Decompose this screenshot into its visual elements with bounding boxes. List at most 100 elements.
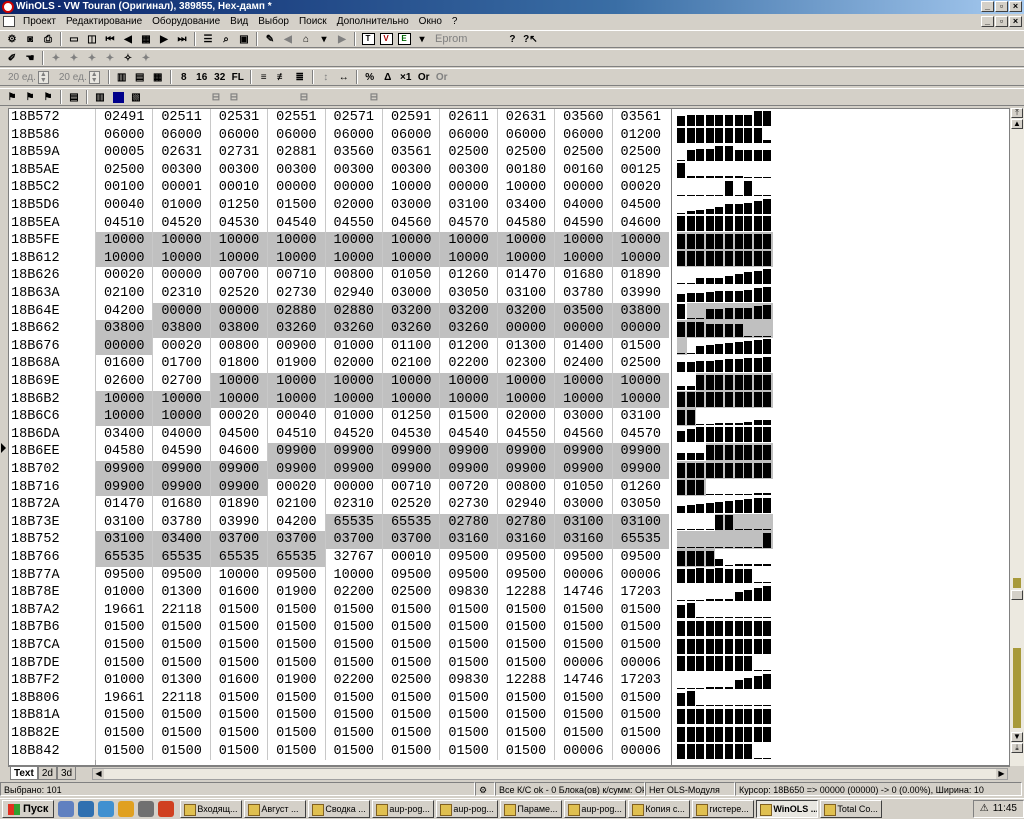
expand-arrow-icon[interactable] xyxy=(1,443,6,453)
quicklaunch-icon[interactable] xyxy=(118,801,135,817)
hex-cell[interactable]: 03160 xyxy=(554,531,612,549)
hex-cell[interactable]: 02780 xyxy=(439,513,497,532)
scroll-bottom-icon[interactable]: ⤓ xyxy=(1011,743,1023,753)
tray-icon[interactable]: ⚠ xyxy=(980,801,989,817)
hex-cell[interactable]: 00300 xyxy=(152,161,209,180)
hex-cell[interactable]: 02591 xyxy=(382,109,439,127)
menu-extras[interactable]: Дополнительно xyxy=(332,14,414,30)
hex-cell[interactable]: 01500 xyxy=(439,689,496,708)
hex-cell[interactable]: 04000 xyxy=(152,425,209,444)
hex-cell[interactable]: 10000 xyxy=(382,390,440,409)
tool-c-icon[interactable]: ✦ xyxy=(84,51,100,66)
forward-icon[interactable]: ▶ xyxy=(334,32,350,47)
hex-cell[interactable]: 00000 xyxy=(324,478,382,497)
menu-edit[interactable]: Редактирование xyxy=(61,14,147,30)
hex-cell[interactable]: 00000 xyxy=(267,179,324,197)
hex-cell[interactable]: 01200 xyxy=(439,337,496,356)
hex-cell[interactable]: 09830 xyxy=(439,584,496,602)
hex-cell[interactable]: 03160 xyxy=(439,531,497,549)
hex-cell[interactable]: 01500 xyxy=(496,601,554,620)
hex-cell[interactable]: 02500 xyxy=(382,584,439,602)
hex-cell[interactable]: 10000 xyxy=(611,390,669,409)
hex-cell[interactable]: 04590 xyxy=(152,443,209,461)
hex-cell[interactable]: 01500 xyxy=(209,637,267,655)
hex-cell[interactable]: 03100 xyxy=(611,408,669,426)
hex-cell[interactable]: 10000 xyxy=(554,232,612,250)
hex-cell[interactable]: 03780 xyxy=(152,513,209,532)
hex-cell[interactable]: 01500 xyxy=(611,337,669,356)
hex-cell[interactable]: 09500 xyxy=(496,566,554,585)
hex-cell[interactable]: 09500 xyxy=(611,549,669,567)
hex-cell[interactable]: 01500 xyxy=(439,707,496,725)
hex-cell[interactable]: 65535 xyxy=(209,549,268,567)
tool-b-icon[interactable]: ✦ xyxy=(66,51,82,66)
hex-cell[interactable]: 04590 xyxy=(554,214,611,233)
hex-cell[interactable]: 04600 xyxy=(611,214,669,233)
hex-cell[interactable]: 01500 xyxy=(439,601,496,620)
hex-cell[interactable]: 09900 xyxy=(209,461,268,479)
original-icon[interactable]: Or xyxy=(416,70,432,85)
menu-selection[interactable]: Выбор xyxy=(253,14,294,30)
hex-cell[interactable]: 02631 xyxy=(152,144,209,162)
hex-cell[interactable]: 01500 xyxy=(554,689,611,708)
hex-cell[interactable]: 04570 xyxy=(439,214,496,233)
hex-cell[interactable]: 00020 xyxy=(152,337,209,356)
hex-cell[interactable]: 06000 xyxy=(382,126,439,145)
hex-cell[interactable]: 03560 xyxy=(554,109,611,127)
hex-cell[interactable]: 01900 xyxy=(267,584,324,602)
hex-cell[interactable]: 00020 xyxy=(95,267,152,285)
mdi-restore-button[interactable]: ▫ xyxy=(995,16,1008,27)
hex-cell[interactable]: 01500 xyxy=(496,689,554,708)
hex-cell[interactable]: 01500 xyxy=(267,725,324,743)
hex-cell[interactable]: 04570 xyxy=(611,425,669,444)
hex-cell[interactable]: 01500 xyxy=(152,619,209,637)
hex-cell[interactable]: 12288 xyxy=(496,584,554,602)
taskbar-button[interactable]: aup-pog... xyxy=(372,800,435,818)
hex-cell[interactable]: 01500 xyxy=(611,637,669,655)
hex-cell[interactable]: 03990 xyxy=(209,513,267,532)
hex-cell[interactable]: 01680 xyxy=(554,267,611,285)
hex-cell[interactable]: 04530 xyxy=(209,214,267,233)
map-tool-a-icon[interactable]: ⚑ xyxy=(4,90,20,105)
hex-cell[interactable]: 00006 xyxy=(554,566,611,585)
hex-cell[interactable]: 09900 xyxy=(267,461,325,479)
hex-cell[interactable]: 01500 xyxy=(382,742,439,761)
hex-cell[interactable]: 00300 xyxy=(439,161,496,180)
hex-cell[interactable]: 00720 xyxy=(439,478,496,497)
hex-cell[interactable]: 17203 xyxy=(611,584,669,602)
hex-cell[interactable]: 10000 xyxy=(554,373,612,391)
hex-cell[interactable]: 01500 xyxy=(554,637,611,655)
hex-cell[interactable]: 10000 xyxy=(496,179,554,197)
hex-cell[interactable]: 09900 xyxy=(382,461,440,479)
hex-cell[interactable]: 01500 xyxy=(152,725,209,743)
project-icon[interactable]: ⚙ xyxy=(4,32,20,47)
hex-cell[interactable]: 02500 xyxy=(382,672,439,690)
hex-cell[interactable]: 02200 xyxy=(324,672,382,690)
map-tool-f-icon[interactable]: ▧ xyxy=(128,90,144,105)
hex-cell[interactable]: 01300 xyxy=(152,672,209,690)
scroll-right-icon[interactable]: ▶ xyxy=(996,769,1007,779)
hex-cell[interactable]: 02700 xyxy=(152,373,209,391)
hex-cell[interactable]: 01890 xyxy=(209,496,267,514)
minimize-button[interactable]: _ xyxy=(981,1,994,12)
hex-cell[interactable]: 10000 xyxy=(611,249,669,268)
width-8-icon[interactable]: 8 xyxy=(176,70,192,85)
hex-cell[interactable]: 01500 xyxy=(439,619,496,637)
hex-cell[interactable]: 01500 xyxy=(439,637,496,655)
hex-cell[interactable]: 02631 xyxy=(496,109,554,127)
hex-cell[interactable]: 01500 xyxy=(439,742,496,761)
scroll-thumb[interactable] xyxy=(1011,590,1023,600)
hex-cell[interactable]: 00020 xyxy=(611,179,669,197)
hex-cell[interactable]: 03800 xyxy=(95,320,153,338)
hex-cell[interactable]: 02400 xyxy=(554,355,611,373)
hex-cell[interactable]: 10000 xyxy=(152,249,210,268)
hex-cell[interactable]: 04500 xyxy=(611,197,669,215)
hex-cell[interactable]: 10000 xyxy=(95,390,153,409)
hex-cell[interactable]: 00000 xyxy=(439,179,496,197)
hex-cell[interactable]: 01300 xyxy=(152,584,209,602)
hex-cell[interactable]: 01500 xyxy=(209,725,267,743)
hex-cell[interactable]: 01500 xyxy=(209,619,267,637)
hex-cell[interactable]: 06000 xyxy=(554,126,611,145)
hex-cell[interactable]: 10000 xyxy=(209,232,268,250)
swap-icon[interactable]: ↔ xyxy=(336,70,352,85)
